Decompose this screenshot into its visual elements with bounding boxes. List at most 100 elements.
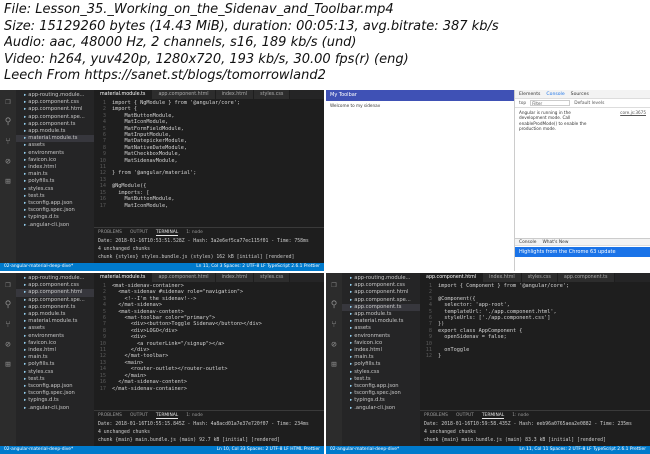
- explorer-item[interactable]: ▸ assets: [16, 325, 94, 332]
- explorer-item[interactable]: ▸ app.component.spe...: [16, 114, 94, 121]
- status-branch[interactable]: 02-angular-material-deep-dive*: [4, 263, 73, 271]
- explorer-item[interactable]: ▸ app.component.html: [16, 106, 94, 113]
- panel-tab[interactable]: 1: node: [186, 413, 203, 419]
- explorer-item[interactable]: ▸ favicon.ico: [16, 157, 94, 164]
- panel-tab[interactable]: PROBLEMS: [98, 413, 122, 419]
- explorer-item[interactable]: ▸ .angular-cli.json: [16, 405, 94, 412]
- drawer-tab-console[interactable]: Console: [519, 240, 536, 245]
- editor-tab[interactable]: styles.css: [254, 273, 291, 282]
- code-editor[interactable]: material.module.ts app.component.html inde…: [94, 90, 324, 263]
- explorer-item[interactable]: ▸ polyfills.ts: [16, 178, 94, 185]
- explorer-item[interactable]: ▸ index.html: [342, 347, 420, 354]
- explorer-item[interactable]: ▸ styles.css: [16, 186, 94, 193]
- explorer-item[interactable]: ▸ assets: [16, 142, 94, 149]
- explorer-item[interactable]: ▸ app-routing.module...: [342, 275, 420, 282]
- code-editor[interactable]: app.component.html index.html styles.css ap…: [420, 273, 650, 446]
- console-source-link[interactable]: core.js:3675: [620, 110, 646, 132]
- explorer-item[interactable]: ▸ typings.d.ts: [16, 214, 94, 221]
- explorer-item[interactable]: ▸ test.ts: [16, 376, 94, 383]
- explorer-item[interactable]: ▸ app.module.ts: [342, 311, 420, 318]
- explorer-item[interactable]: ▸ .angular-cli.json: [16, 222, 94, 229]
- code-editor[interactable]: material.module.ts app.component.html inde…: [94, 273, 324, 446]
- explorer-item[interactable]: ▸ favicon.ico: [16, 340, 94, 347]
- editor-tab[interactable]: app.component.html: [420, 273, 484, 282]
- extensions-icon[interactable]: ⊞: [326, 357, 342, 373]
- whats-new-banner[interactable]: Highlights from the Chrome 63 update: [515, 247, 650, 257]
- tab-console[interactable]: Console: [546, 92, 564, 97]
- explorer-item[interactable]: ▸ styles.css: [342, 369, 420, 376]
- filter-input[interactable]: Filter: [530, 100, 571, 106]
- editor-tab[interactable]: material.module.ts: [94, 273, 153, 282]
- context-select[interactable]: top: [519, 101, 526, 106]
- editor-tab[interactable]: app.component.ts: [557, 273, 615, 282]
- explorer-item[interactable]: ▸ app.component.spe...: [16, 297, 94, 304]
- search-icon[interactable]: ⚲: [326, 297, 342, 313]
- panel-tab[interactable]: PROBLEMS: [98, 230, 122, 236]
- panel-tab[interactable]: OUTPUT: [456, 413, 474, 419]
- explorer-item[interactable]: ▸ assets: [342, 325, 420, 332]
- debug-icon[interactable]: ⊘: [0, 154, 16, 170]
- editor-tab[interactable]: index.html: [215, 90, 255, 99]
- explorer-item[interactable]: ▸ material.module.ts: [342, 318, 420, 325]
- tab-elements[interactable]: Elements: [519, 92, 540, 97]
- panel-tab[interactable]: 1: node: [512, 413, 529, 419]
- explorer-item[interactable]: ▸ .angular-cli.json: [342, 405, 420, 412]
- search-icon[interactable]: ⚲: [0, 297, 16, 313]
- editor-tab[interactable]: styles.css: [521, 273, 558, 282]
- explorer-item[interactable]: ▸ app.module.ts: [16, 128, 94, 135]
- explorer-item[interactable]: ▸ material.module.ts: [16, 318, 94, 325]
- explorer-item[interactable]: ▸ app.component.ts: [16, 121, 94, 128]
- explorer-item[interactable]: ▸ app.component.ts: [342, 303, 420, 312]
- search-icon[interactable]: ⚲: [0, 114, 16, 130]
- editor-tab[interactable]: styles.css: [254, 90, 291, 99]
- explorer-item[interactable]: ▸ app-routing.module...: [16, 92, 94, 99]
- explorer-item[interactable]: ▸ app.module.ts: [16, 311, 94, 318]
- panel-tab[interactable]: TERMINAL: [481, 413, 505, 419]
- source-control-icon[interactable]: ⑂: [0, 134, 16, 150]
- files-icon[interactable]: ❐: [0, 277, 16, 293]
- panel-tab[interactable]: OUTPUT: [130, 230, 148, 236]
- explorer-item[interactable]: ▸ tsconfig.spec.json: [16, 207, 94, 214]
- explorer-item[interactable]: ▸ app.component.html: [342, 289, 420, 296]
- debug-icon[interactable]: ⊘: [326, 337, 342, 353]
- explorer-item[interactable]: ▸ main.ts: [16, 171, 94, 178]
- explorer-item[interactable]: ▸ main.ts: [342, 354, 420, 361]
- explorer-item[interactable]: ▸ environments: [16, 333, 94, 340]
- panel-tab[interactable]: PROBLEMS: [424, 413, 448, 419]
- explorer-item[interactable]: ▸ main.ts: [16, 354, 94, 361]
- explorer-item[interactable]: ▸ test.ts: [16, 193, 94, 200]
- explorer-item[interactable]: ▸ polyfills.ts: [16, 361, 94, 368]
- explorer-item[interactable]: ▸ environments: [342, 333, 420, 340]
- source-control-icon[interactable]: ⑂: [0, 317, 16, 333]
- files-icon[interactable]: ❐: [326, 277, 342, 293]
- explorer-item[interactable]: ▸ styles.css: [16, 369, 94, 376]
- extensions-icon[interactable]: ⊞: [0, 357, 16, 373]
- explorer-item[interactable]: ▸ app.component.css: [342, 282, 420, 289]
- explorer-item[interactable]: ▸ app.component.ts: [16, 304, 94, 311]
- tab-sources[interactable]: Sources: [571, 92, 589, 97]
- explorer-item[interactable]: ▸ app.component.html: [16, 289, 94, 297]
- source-control-icon[interactable]: ⑂: [326, 317, 342, 333]
- explorer-item[interactable]: ▸ favicon.ico: [342, 340, 420, 347]
- panel-tab[interactable]: 1: node: [186, 230, 203, 236]
- status-branch[interactable]: 02-angular-material-deep-dive*: [330, 446, 399, 454]
- editor-tab[interactable]: app.component.html: [152, 273, 216, 282]
- editor-tab[interactable]: material.module.ts: [94, 90, 153, 99]
- explorer-item[interactable]: ▸ app-routing.module...: [16, 275, 94, 282]
- explorer-item[interactable]: ▸ material.module.ts: [16, 135, 94, 143]
- explorer-item[interactable]: ▸ app.component.css: [16, 99, 94, 106]
- explorer-item[interactable]: ▸ typings.d.ts: [16, 397, 94, 404]
- explorer-item[interactable]: ▸ app.component.css: [16, 282, 94, 289]
- explorer-item[interactable]: ▸ polyfills.ts: [342, 361, 420, 368]
- explorer-item[interactable]: ▸ tsconfig.app.json: [16, 383, 94, 390]
- panel-tab[interactable]: TERMINAL: [155, 413, 179, 419]
- panel-tab[interactable]: OUTPUT: [130, 413, 148, 419]
- debug-icon[interactable]: ⊘: [0, 337, 16, 353]
- editor-tab[interactable]: index.html: [215, 273, 255, 282]
- explorer-item[interactable]: ▸ typings.d.ts: [342, 397, 420, 404]
- explorer-item[interactable]: ▸ tsconfig.spec.json: [342, 390, 420, 397]
- explorer-item[interactable]: ▸ test.ts: [342, 376, 420, 383]
- extensions-icon[interactable]: ⊞: [0, 174, 16, 190]
- explorer-item[interactable]: ▸ tsconfig.spec.json: [16, 390, 94, 397]
- editor-tab[interactable]: app.component.html: [152, 90, 216, 99]
